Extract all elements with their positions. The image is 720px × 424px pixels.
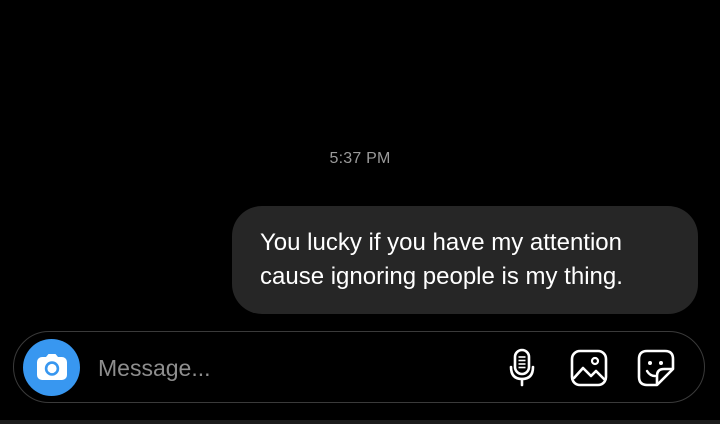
message-text-line: cause ignoring people is my thing. xyxy=(260,263,623,290)
microphone-icon xyxy=(509,348,535,387)
chat-screen: 5:37 PM You lucky if you have my attenti… xyxy=(0,0,720,424)
message-composer xyxy=(13,331,705,403)
outgoing-message-bubble[interactable]: You lucky if you have my attention cause… xyxy=(232,206,698,314)
gallery-button[interactable] xyxy=(569,348,609,388)
bottom-divider xyxy=(0,420,720,424)
gallery-icon xyxy=(570,349,608,387)
camera-icon xyxy=(36,353,67,380)
message-timestamp: 5:37 PM xyxy=(329,150,391,167)
message-text-line: You lucky if you have my attention xyxy=(260,229,622,256)
camera-button[interactable] xyxy=(23,339,80,396)
message-input[interactable] xyxy=(98,350,478,386)
voice-message-button[interactable] xyxy=(502,348,542,388)
sticker-button[interactable] xyxy=(636,348,676,388)
sticker-icon xyxy=(637,349,675,387)
